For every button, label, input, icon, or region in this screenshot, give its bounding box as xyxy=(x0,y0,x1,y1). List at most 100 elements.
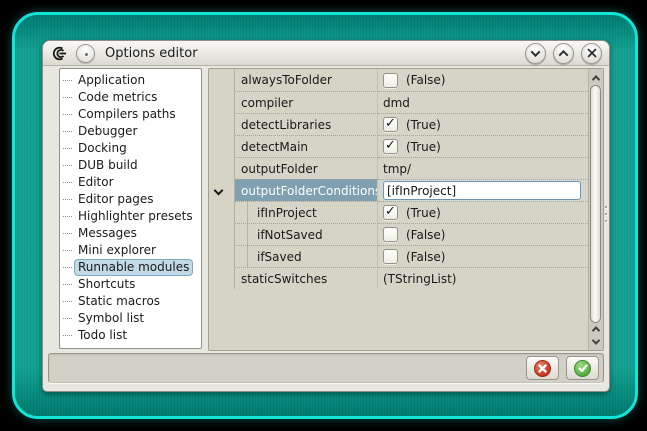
coedit-logo-icon xyxy=(50,46,69,61)
tree-dash-icon xyxy=(63,165,72,166)
close-icon xyxy=(587,48,597,58)
window-resize-grip[interactable] xyxy=(604,206,608,230)
value-text: (False) xyxy=(406,73,446,87)
sidebar-item-label: Editor xyxy=(75,175,117,190)
row-gutter xyxy=(209,245,235,267)
value-editor[interactable] xyxy=(383,181,581,200)
property-row-alwaysToFolder: alwaysToFolder (False) xyxy=(209,69,588,91)
property-row-ifSaved: ifSaved (False) xyxy=(209,245,588,267)
property-name: ifNotSaved xyxy=(257,228,323,242)
scroll-up-button[interactable] xyxy=(590,71,602,84)
maximize-button[interactable] xyxy=(553,43,574,64)
sidebar-item-messages[interactable]: Messages xyxy=(60,225,201,242)
property-value-cell[interactable]: ✓(True) xyxy=(378,135,588,157)
property-value-cell[interactable]: ✓ (True) xyxy=(378,113,588,135)
sidebar-item-label: Debugger xyxy=(75,124,140,139)
sidebar-item-dub-build[interactable]: DUB build xyxy=(60,157,201,174)
property-name-cell[interactable]: ifSaved xyxy=(235,245,378,267)
checkbox-checked[interactable]: ✓ xyxy=(383,205,398,220)
property-name-cell[interactable]: ifInProject xyxy=(235,201,378,223)
row-gutter xyxy=(209,157,235,179)
checkbox-checked[interactable]: ✓ xyxy=(383,117,398,132)
sidebar-item-debugger[interactable]: Debugger xyxy=(60,123,201,140)
property-row-outputFolder: outputFolder tmp/ xyxy=(209,157,588,179)
scrollbar-thumb[interactable] xyxy=(590,85,601,323)
checkbox-unchecked[interactable] xyxy=(383,73,398,88)
sidebar-item-docking[interactable]: Docking xyxy=(60,140,201,157)
property-name: ifSaved xyxy=(257,250,302,264)
tree-dash-icon xyxy=(63,148,72,149)
property-row-outputFolderConditions: outputFolderConditions xyxy=(209,179,588,201)
property-name-cell[interactable]: ifNotSaved xyxy=(235,223,378,245)
property-value-cell[interactable]: (TStringList) xyxy=(378,267,588,289)
value-text: (True) xyxy=(406,206,441,220)
minimize-button[interactable] xyxy=(525,43,546,64)
property-name-cell[interactable]: detectMain xyxy=(235,135,378,157)
category-list[interactable]: Application Code metrics Compilers paths… xyxy=(59,68,202,349)
property-name-cell[interactable]: compiler xyxy=(235,91,378,113)
property-name-cell[interactable]: outputFolderConditions xyxy=(235,179,378,201)
vertical-scrollbar[interactable] xyxy=(588,69,603,350)
property-name-cell[interactable]: alwaysToFolder xyxy=(235,69,378,91)
sidebar-item-label: Highlighter presets xyxy=(75,209,196,224)
window-menu-button[interactable] xyxy=(76,44,95,63)
value-text: (False) xyxy=(406,228,446,242)
ok-check-icon xyxy=(574,360,591,377)
property-value-cell[interactable]: tmp/ xyxy=(378,157,588,179)
window-frame: Options editor Application Code metrics … xyxy=(12,12,638,419)
tree-dash-icon xyxy=(63,284,72,285)
sidebar-item-label: Todo list xyxy=(75,328,130,343)
tree-dash-icon xyxy=(63,182,72,183)
property-name-cell[interactable]: staticSwitches xyxy=(235,267,378,289)
desktop-background: Options editor Application Code metrics … xyxy=(0,0,647,431)
property-value-cell[interactable]: (False) xyxy=(378,245,588,267)
sidebar-item-label: DUB build xyxy=(75,158,141,173)
tree-dash-icon xyxy=(63,267,72,268)
property-name-cell[interactable]: outputFolder xyxy=(235,157,378,179)
sidebar-item-editor[interactable]: Editor xyxy=(60,174,201,191)
sidebar-item-compilers-paths[interactable]: Compilers paths xyxy=(60,106,201,123)
property-name: detectMain xyxy=(241,140,308,154)
property-name: ifInProject xyxy=(257,206,317,220)
sidebar-item-shortcuts[interactable]: Shortcuts xyxy=(60,276,201,293)
sidebar-item-static-macros[interactable]: Static macros xyxy=(60,293,201,310)
sidebar-item-symbol-list[interactable]: Symbol list xyxy=(60,310,201,327)
ok-button[interactable] xyxy=(566,356,599,380)
checkbox-checked[interactable]: ✓ xyxy=(383,139,398,154)
row-gutter xyxy=(209,69,235,91)
checkbox-unchecked[interactable] xyxy=(383,249,398,264)
row-gutter xyxy=(209,223,235,245)
checkbox-unchecked[interactable] xyxy=(383,227,398,242)
chevron-up-icon xyxy=(559,49,569,59)
sidebar-item-code-metrics[interactable]: Code metrics xyxy=(60,89,201,106)
scroll-down-button[interactable] xyxy=(590,335,602,348)
sidebar-item-editor-pages[interactable]: Editor pages xyxy=(60,191,201,208)
value-text: (True) xyxy=(406,118,441,132)
property-value-cell[interactable]: ✓ (True) xyxy=(378,201,588,223)
sidebar-item-mini-explorer[interactable]: Mini explorer xyxy=(60,242,201,259)
tree-dash-icon xyxy=(63,114,72,115)
property-grid: alwaysToFolder (False) compiler dmd dete… xyxy=(208,68,604,351)
titlebar[interactable]: Options editor xyxy=(43,41,609,66)
property-value-cell[interactable]: dmd xyxy=(378,91,588,113)
scroll-up-button-bottom[interactable] xyxy=(590,322,602,335)
sidebar-item-highlighter-presets[interactable]: Highlighter presets xyxy=(60,208,201,225)
sidebar-item-label: Compilers paths xyxy=(75,107,179,122)
sidebar-item-label: Symbol list xyxy=(75,311,147,326)
property-value-cell[interactable]: (False) xyxy=(378,69,588,91)
sidebar-item-application[interactable]: Application xyxy=(60,72,201,89)
sidebar-item-runnable-modules[interactable]: Runnable modules xyxy=(60,259,201,276)
chevron-up-icon xyxy=(592,75,600,83)
property-name-cell[interactable]: detectLibraries xyxy=(235,113,378,135)
property-value-cell[interactable]: (False) xyxy=(378,223,588,245)
tree-dash-icon xyxy=(63,335,72,336)
close-button[interactable] xyxy=(581,43,602,64)
property-row-detectLibraries: detectLibraries ✓ (True) xyxy=(209,113,588,135)
row-gutter xyxy=(209,135,235,157)
sidebar-item-todo-list[interactable]: Todo list xyxy=(60,327,201,344)
value-text: (False) xyxy=(406,250,446,264)
expand-chevron-icon[interactable] xyxy=(214,186,224,196)
property-value-cell[interactable] xyxy=(378,179,588,201)
cancel-button[interactable] xyxy=(526,356,559,380)
property-row-ifNotSaved: ifNotSaved (False) xyxy=(209,223,588,245)
